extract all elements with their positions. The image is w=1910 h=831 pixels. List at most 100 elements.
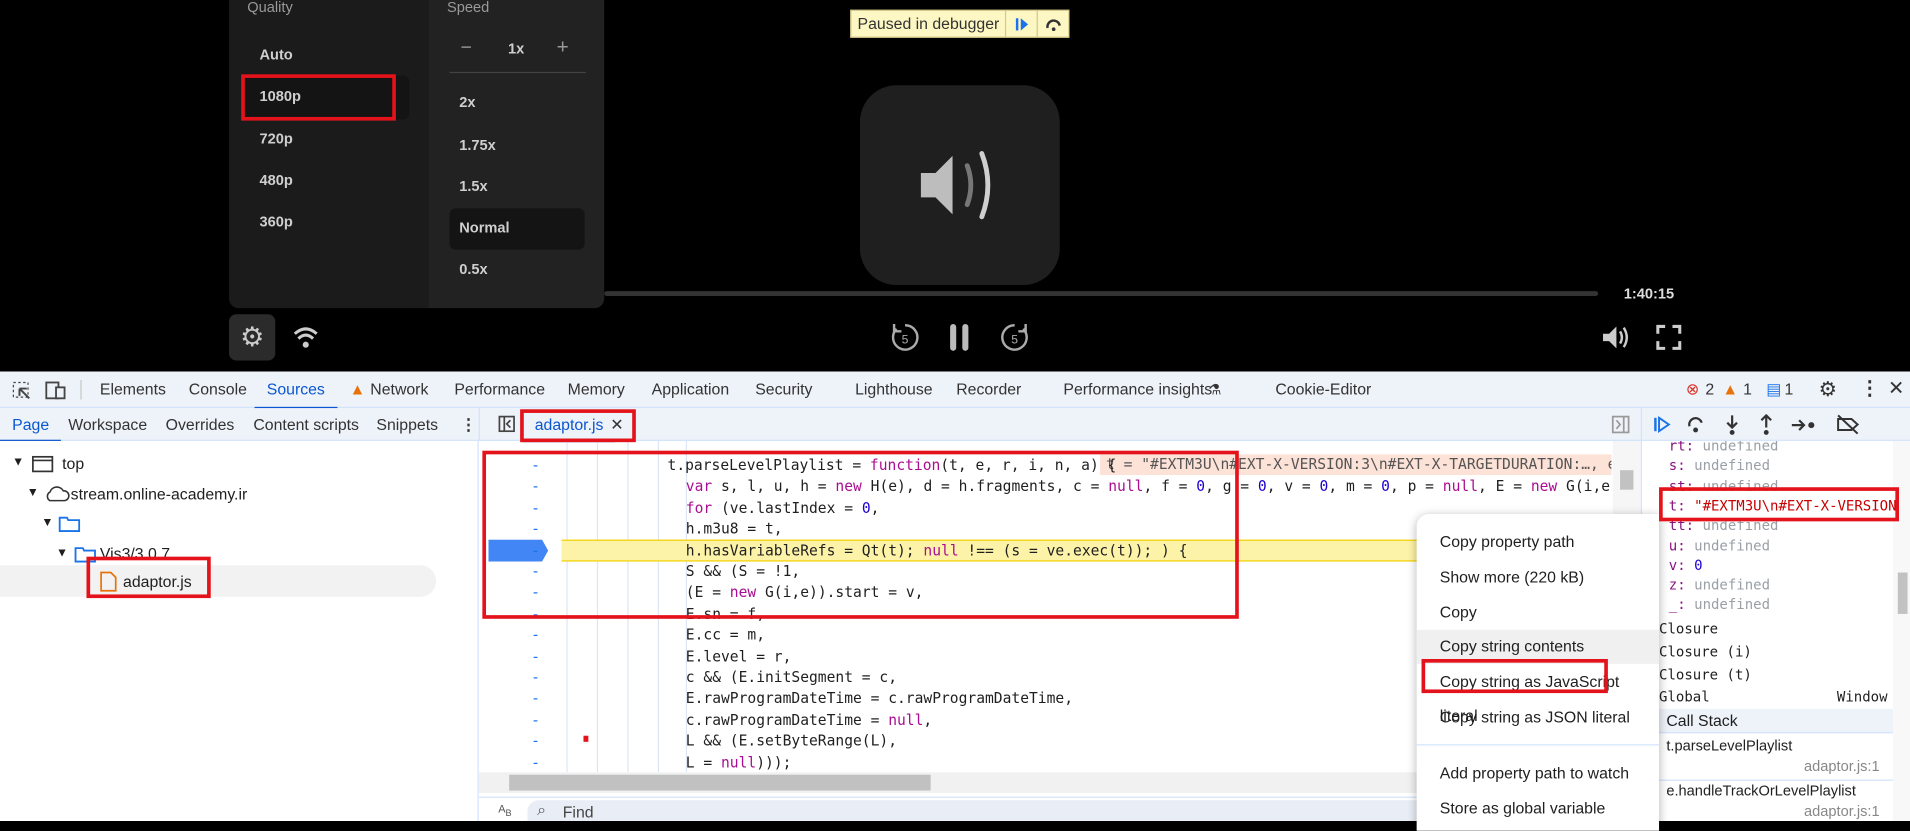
context-menu-item[interactable]: Add property path to watch bbox=[1417, 756, 1659, 790]
settings-button[interactable]: ⚙ bbox=[229, 314, 276, 361]
step-over-icon[interactable] bbox=[1686, 415, 1705, 434]
tree-item-top[interactable]: top bbox=[62, 454, 84, 472]
call-frame-location[interactable]: adaptor.js:1 bbox=[1804, 803, 1880, 820]
tab-performance-insights[interactable]: Performance insights bbox=[1063, 372, 1212, 409]
speed-decrease-button[interactable]: − bbox=[460, 38, 471, 60]
speed-option-2x[interactable]: 2x bbox=[459, 94, 475, 111]
speed-option-1-75x[interactable]: 1.75x bbox=[459, 136, 496, 153]
nav-tab-content-scripts[interactable]: Content scripts bbox=[253, 408, 359, 441]
tab-network[interactable]: Network bbox=[370, 372, 428, 409]
close-tab-icon[interactable]: ✕ bbox=[610, 408, 623, 441]
scope-variable[interactable]: _: undefined bbox=[1669, 596, 1770, 613]
tab-console[interactable]: Console bbox=[189, 372, 247, 409]
close-devtools-icon[interactable]: ✕ bbox=[1888, 372, 1904, 409]
inspect-element-icon[interactable] bbox=[12, 381, 31, 400]
quality-option-720p[interactable]: 720p bbox=[259, 130, 292, 147]
match-case-icon[interactable]: AB bbox=[498, 803, 511, 819]
warning-count[interactable]: 1 bbox=[1743, 372, 1752, 409]
call-frame[interactable]: t.parseLevelPlaylist bbox=[1666, 737, 1792, 754]
resume-button[interactable] bbox=[1005, 10, 1037, 37]
context-menu-item[interactable]: Copy string as JavaScript literal bbox=[1417, 665, 1659, 724]
scope-variable[interactable]: st: undefined bbox=[1669, 477, 1779, 494]
wifi-icon[interactable] bbox=[292, 324, 319, 351]
tree-item-domain[interactable]: stream.online-academy.ir bbox=[71, 485, 248, 503]
line-number[interactable]: - bbox=[531, 456, 540, 477]
context-menu-item[interactable]: Copy property path bbox=[1417, 525, 1659, 559]
rewind-5-icon[interactable]: 5 bbox=[889, 322, 921, 354]
context-menu-item[interactable]: Copy string contents bbox=[1416, 629, 1660, 664]
call-frame[interactable]: e.handleTrackOrLevelPlaylist bbox=[1666, 782, 1856, 799]
tab-sources[interactable]: Sources bbox=[254, 372, 337, 410]
line-number[interactable]: - bbox=[531, 477, 540, 498]
line-number[interactable]: - bbox=[531, 668, 540, 689]
nav-more-icon[interactable]: ⋮ bbox=[460, 408, 476, 441]
line-number[interactable]: - bbox=[531, 710, 540, 731]
device-toolbar-icon[interactable] bbox=[45, 381, 67, 400]
context-menu-item[interactable]: Show more (220 kB) bbox=[1417, 560, 1659, 594]
settings-gear-icon[interactable]: ⚙ bbox=[1819, 372, 1838, 409]
scope-variable[interactable]: z: undefined bbox=[1669, 576, 1770, 593]
expand-arrow-icon[interactable]: ▼ bbox=[27, 486, 39, 499]
toggle-navigator-icon[interactable] bbox=[498, 415, 515, 433]
line-number[interactable]: - bbox=[531, 583, 540, 604]
scope-global[interactable]: Global bbox=[1659, 688, 1710, 705]
line-number[interactable]: - bbox=[531, 646, 540, 667]
forward-5-icon[interactable]: 5 bbox=[999, 322, 1031, 354]
nav-tab-overrides[interactable]: Overrides bbox=[166, 408, 235, 441]
scope-variable[interactable]: tt: undefined bbox=[1669, 517, 1779, 534]
more-options-icon[interactable]: ⋮ bbox=[1860, 372, 1879, 409]
tree-item-adaptor-js[interactable]: adaptor.js bbox=[123, 573, 192, 591]
code-line[interactable]: - t.parseLevelPlaylist = function(t, e, r… bbox=[479, 456, 1612, 477]
scope-variable[interactable]: s: undefined bbox=[1669, 457, 1770, 474]
scope-closure[interactable]: Closure (t) bbox=[1659, 666, 1752, 683]
line-number[interactable]: - bbox=[531, 604, 540, 625]
tab-security[interactable]: Security bbox=[755, 372, 812, 409]
resume-execution-icon[interactable] bbox=[1653, 415, 1672, 434]
line-number[interactable]: - bbox=[531, 625, 540, 646]
line-number[interactable]: - bbox=[531, 689, 540, 710]
folder-icon[interactable] bbox=[58, 515, 81, 533]
step-icon[interactable] bbox=[1791, 415, 1818, 434]
expand-arrow-icon[interactable]: ▼ bbox=[12, 456, 24, 469]
expand-arrow-icon[interactable]: ▼ bbox=[56, 547, 68, 560]
step-out-icon[interactable] bbox=[1757, 414, 1776, 436]
line-number[interactable]: - bbox=[531, 498, 540, 519]
tab-recorder[interactable]: Recorder bbox=[956, 372, 1021, 409]
line-number[interactable]: - bbox=[531, 540, 540, 561]
speed-increase-button[interactable]: + bbox=[557, 35, 569, 59]
file-tab-adaptor-js[interactable]: adaptor.js bbox=[522, 408, 617, 443]
nav-tab-snippets[interactable]: Snippets bbox=[376, 408, 438, 441]
quality-option-480p[interactable]: 480p bbox=[259, 172, 292, 189]
quality-option-auto[interactable]: Auto bbox=[259, 46, 292, 63]
deactivate-breakpoints-icon[interactable] bbox=[1836, 414, 1860, 435]
nav-tab-page[interactable]: Page bbox=[0, 408, 62, 443]
scope-variable[interactable]: u: undefined bbox=[1669, 537, 1770, 554]
scope-variable[interactable]: rt: undefined bbox=[1669, 441, 1779, 454]
tree-item-folder[interactable]: Vis3/3.0.7 bbox=[100, 544, 170, 562]
step-over-button[interactable] bbox=[1037, 10, 1069, 37]
progress-bar[interactable] bbox=[604, 291, 1599, 296]
speed-option-1-5x[interactable]: 1.5x bbox=[459, 178, 487, 195]
tab-elements[interactable]: Elements bbox=[100, 372, 166, 409]
tab-cookie-editor[interactable]: Cookie-Editor bbox=[1275, 372, 1371, 409]
context-menu-item[interactable]: Copy string as JSON literal bbox=[1417, 700, 1659, 734]
context-menu-item[interactable]: Copy bbox=[1417, 596, 1659, 630]
scope-closure[interactable]: Closure (i) bbox=[1659, 643, 1752, 660]
message-count[interactable]: 1 bbox=[1785, 372, 1794, 409]
nav-tab-workspace[interactable]: Workspace bbox=[68, 408, 147, 441]
speed-option-0-5x[interactable]: 0.5x bbox=[459, 261, 487, 278]
scope-variable[interactable]: v: 0 bbox=[1669, 556, 1703, 573]
pause-icon[interactable] bbox=[946, 322, 973, 354]
step-into-icon[interactable] bbox=[1722, 414, 1741, 436]
volume-icon[interactable] bbox=[1601, 324, 1630, 351]
call-stack-header[interactable]: Call Stack bbox=[1641, 708, 1893, 734]
line-number[interactable]: - bbox=[531, 562, 540, 583]
tab-performance[interactable]: Performance bbox=[454, 372, 545, 409]
fullscreen-icon[interactable] bbox=[1655, 324, 1682, 351]
line-number[interactable]: - bbox=[531, 731, 540, 752]
speed-option-normal[interactable]: Normal bbox=[459, 219, 509, 236]
line-number[interactable]: - bbox=[531, 752, 540, 772]
toggle-debugger-icon[interactable] bbox=[1611, 415, 1630, 434]
code-line[interactable]: - var s, l, u, h = new H(e), d = h.fragme… bbox=[479, 477, 1611, 498]
call-frame-location[interactable]: adaptor.js:1 bbox=[1804, 758, 1880, 775]
